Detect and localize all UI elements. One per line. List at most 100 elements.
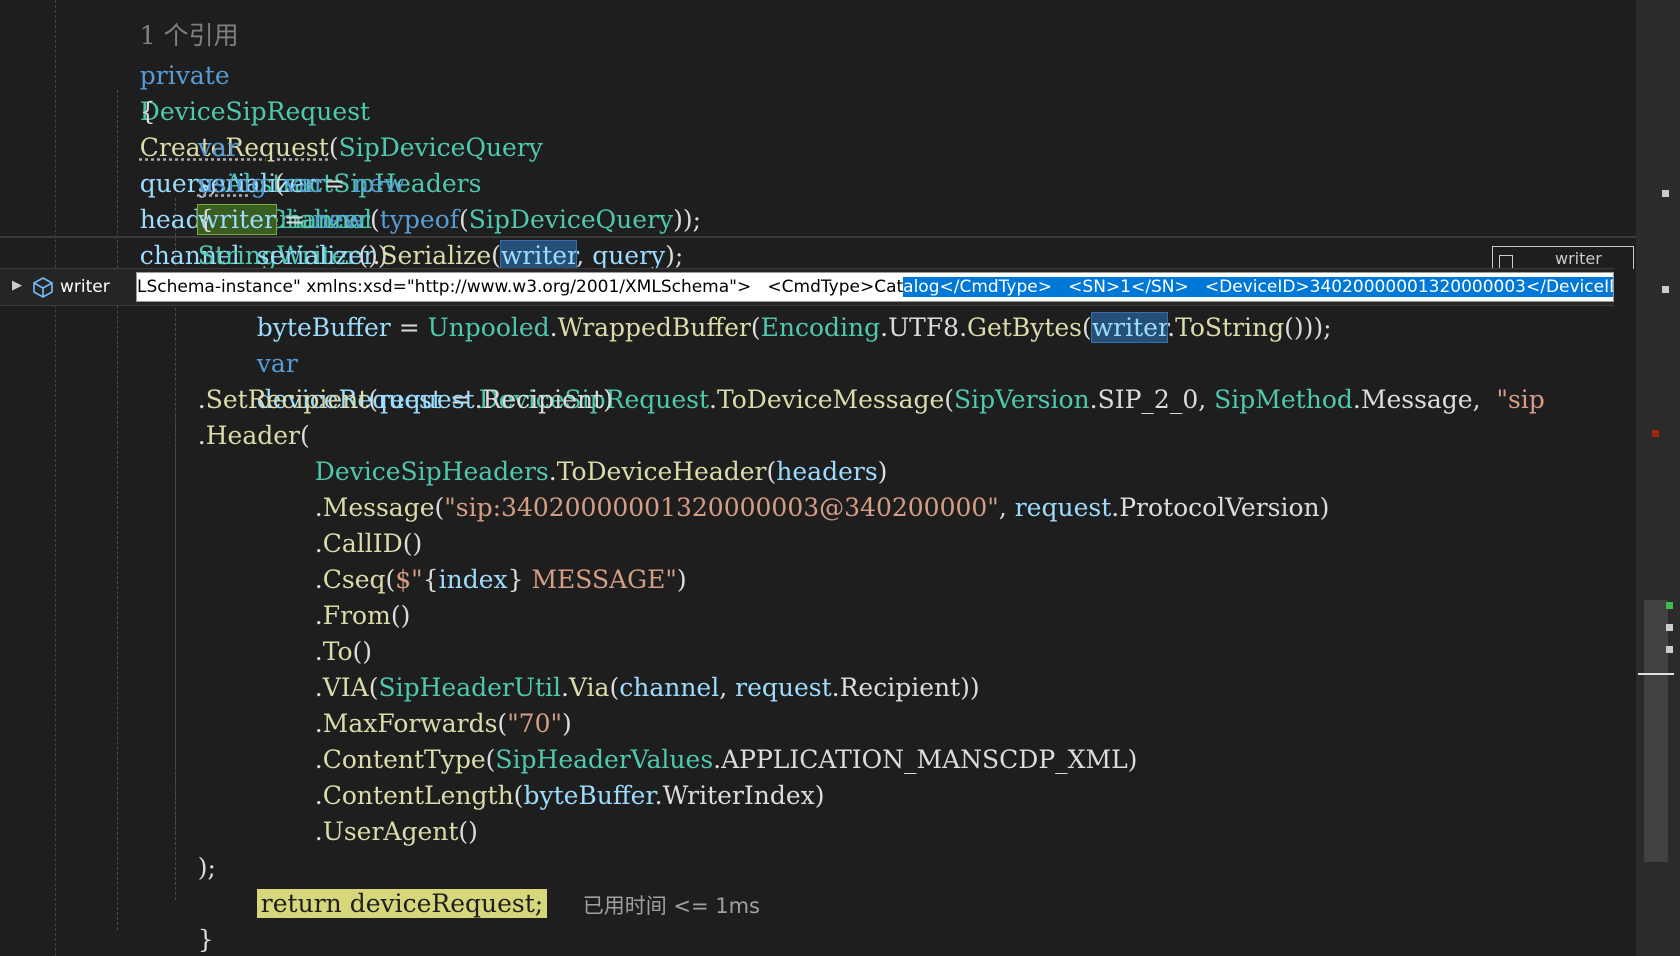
value-message: Message bbox=[1360, 385, 1473, 414]
expand-box-icon bbox=[1499, 255, 1513, 269]
paren-close: ) bbox=[603, 385, 613, 414]
paren: ( bbox=[266, 169, 285, 198]
reference-count-codelens[interactable]: 1 个引用 bbox=[108, 0, 239, 50]
code-line-setrecipient[interactable]: .SetRecipient(request.Recipient) bbox=[166, 346, 613, 414]
dot: . bbox=[654, 781, 663, 810]
statement-end: ); bbox=[197, 853, 216, 882]
code-line-todeviceheader[interactable]: DeviceSipHeaders.ToDeviceHeader(headers) bbox=[283, 418, 888, 486]
dot: . bbox=[314, 817, 323, 846]
scrollbar-thumb[interactable] bbox=[1644, 600, 1668, 862]
code-line-devicerequest[interactable]: var deviceRequest = DeviceSipRequest.ToD… bbox=[225, 310, 1545, 414]
paren-close: ) bbox=[1127, 745, 1138, 774]
string-literal: "sip:34020000001320000003@340200000" bbox=[444, 493, 999, 522]
datatip-variable-name: writer bbox=[60, 277, 110, 297]
method-todevicemessage: ToDeviceMessage bbox=[716, 385, 945, 414]
code-line-method-signature[interactable]: private DeviceSipRequest CreateRequest(S… bbox=[108, 22, 543, 270]
datatip[interactable]: ▶ writer LSchema-instance" xmlns:xsd="ht… bbox=[0, 268, 1614, 306]
perf-tip-text: 已用时间 <= 1ms bbox=[582, 894, 761, 918]
code-line-contenttype[interactable]: .ContentType(SipHeaderValues.APPLICATION… bbox=[283, 706, 1138, 774]
comma: , bbox=[1472, 385, 1497, 414]
code-line-via[interactable]: .VIA(SipHeaderUtil.Via(channel, request.… bbox=[283, 634, 980, 702]
vertical-scrollbar[interactable] bbox=[1636, 0, 1680, 956]
method-useragent: UserAgent bbox=[322, 817, 459, 846]
variable-request: request bbox=[378, 385, 475, 414]
code-line-inner-brace-close[interactable]: } bbox=[166, 886, 214, 954]
paren: ( bbox=[434, 493, 445, 522]
current-statement-highlight: return deviceRequest; bbox=[256, 889, 548, 918]
code-line-maxforwards[interactable]: .MaxForwards("70") bbox=[283, 670, 572, 738]
type-sipversion: SipVersion bbox=[954, 385, 1090, 414]
method-via-util: Via bbox=[568, 673, 610, 702]
comma: , bbox=[1198, 385, 1215, 414]
code-line-brace-close[interactable]: } bbox=[108, 920, 156, 956]
paren: ( bbox=[944, 385, 955, 414]
code-line-contentlength[interactable]: .ContentLength(byteBuffer.WriterIndex) bbox=[283, 742, 825, 810]
property-recipient: Recipient bbox=[839, 673, 961, 702]
brace: { bbox=[197, 205, 214, 234]
comma: , bbox=[719, 673, 736, 702]
code-line-using[interactable]: using (var writer = new StringWriter()) bbox=[166, 130, 388, 270]
caret-position-marker bbox=[1638, 673, 1674, 675]
datatip-peek-box[interactable]: writer bbox=[1492, 246, 1634, 269]
variable-channel: channel bbox=[619, 673, 720, 702]
paren-close: ) bbox=[676, 565, 687, 594]
code-line-from[interactable]: .From() bbox=[283, 562, 411, 630]
type-sipmethod: SipMethod bbox=[1214, 385, 1353, 414]
value-text-unselected: LSchema-instance" xmlns:xsd="http://www.… bbox=[137, 277, 904, 297]
keyword-var: var bbox=[284, 169, 326, 198]
brace: } bbox=[197, 925, 214, 954]
paren-close: () bbox=[390, 601, 411, 630]
code-line-header[interactable]: .Header( bbox=[166, 382, 310, 450]
code-line-return[interactable]: return deviceRequest; bbox=[225, 850, 548, 918]
interp-brace: { bbox=[422, 565, 439, 594]
scroll-marker bbox=[1666, 646, 1673, 653]
paren-close: ) bbox=[1319, 493, 1330, 522]
error-marker bbox=[1652, 430, 1659, 437]
keyword-new: new bbox=[353, 169, 406, 198]
brace: { bbox=[139, 97, 156, 126]
code-line-to[interactable]: .To() bbox=[283, 598, 372, 666]
code-line-brace-open[interactable]: { bbox=[108, 58, 156, 126]
code-line-callid[interactable]: .CallID() bbox=[283, 490, 422, 558]
paren-close: )) bbox=[960, 673, 980, 702]
scroll-marker bbox=[1666, 624, 1673, 631]
property-protocolversion: ProtocolVersion bbox=[1119, 493, 1320, 522]
code-editor[interactable]: 1 个引用 private DeviceSipRequest CreateReq… bbox=[0, 0, 1680, 956]
datatip-value-field[interactable]: LSchema-instance" xmlns:xsd="http://www.… bbox=[136, 272, 1614, 302]
code-line-inner-brace-open[interactable]: { bbox=[166, 166, 214, 234]
paren: ( bbox=[513, 781, 524, 810]
dot: . bbox=[197, 421, 206, 450]
code-line-serialize[interactable]: serializer.Serialize(writer, query); bbox=[225, 202, 683, 271]
dot: . bbox=[474, 385, 483, 414]
string-literal: "sip bbox=[1496, 385, 1545, 414]
change-marker bbox=[1666, 602, 1673, 609]
perf-tip[interactable]: 已用时间 <= 1ms bbox=[556, 852, 760, 918]
code-line-message[interactable]: .Message("sip:34020000001320000003@34020… bbox=[283, 454, 1330, 522]
paren-close: () bbox=[458, 817, 478, 846]
expand-arrow-icon[interactable]: ▶ bbox=[12, 278, 22, 293]
field-icon bbox=[33, 277, 53, 298]
code-line-cseq[interactable]: .Cseq($"{index} MESSAGE") bbox=[283, 526, 687, 594]
variable-request: request bbox=[735, 673, 832, 702]
variable-bytebuffer: byteBuffer bbox=[523, 781, 655, 810]
property-recipient: Recipient bbox=[482, 385, 604, 414]
code-line-useragent[interactable]: .UserAgent() bbox=[283, 778, 478, 846]
property-writerindex: WriterIndex bbox=[662, 781, 815, 810]
code-line-serializer[interactable]: var serializer = new XmlSerializer(typeo… bbox=[166, 94, 701, 234]
interp-brace: } bbox=[507, 565, 524, 594]
scroll-marker bbox=[1662, 190, 1669, 197]
paren-close: ) bbox=[814, 781, 825, 810]
dot: . bbox=[1111, 493, 1120, 522]
peek-text: writer bbox=[1555, 249, 1602, 268]
variable-request: request bbox=[1014, 493, 1112, 522]
value-sip20: SIP_2_0 bbox=[1097, 385, 1199, 414]
value-text-selected: alog</CmdType> <SN>1</SN> <DeviceID>3402… bbox=[903, 277, 1613, 297]
code-line-close-paren[interactable]: ); bbox=[166, 814, 216, 882]
dot: . bbox=[1089, 385, 1098, 414]
variable-index: index bbox=[438, 565, 508, 594]
paren: ( bbox=[609, 673, 620, 702]
dot: . bbox=[709, 385, 717, 414]
dot: . bbox=[1352, 385, 1361, 414]
scroll-marker bbox=[1662, 286, 1669, 293]
dot: . bbox=[831, 673, 840, 702]
